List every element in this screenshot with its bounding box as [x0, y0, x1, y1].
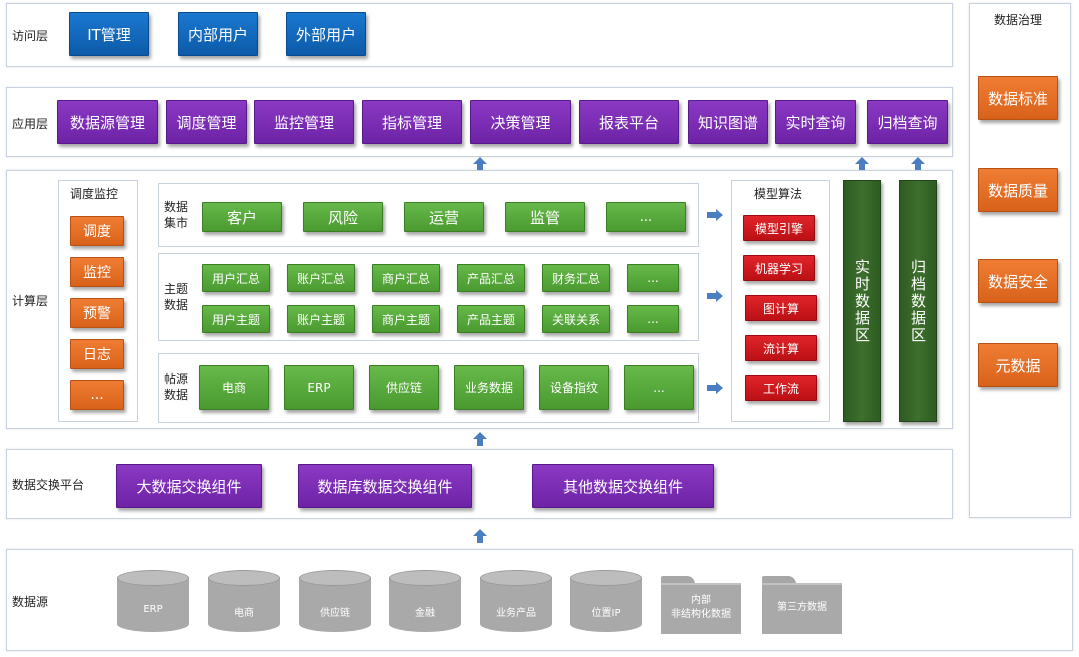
database-label: 金融 [415, 608, 435, 619]
folder-label: 第三方数据 [777, 602, 827, 613]
mart-operations[interactable]: 运营 [404, 202, 484, 232]
right-arrow-icon [707, 382, 723, 394]
up-arrow-icon [473, 529, 487, 543]
app-indicator-mgmt[interactable]: 指标管理 [362, 100, 462, 144]
gov-metadata[interactable]: 元数据 [978, 343, 1058, 387]
source-erp[interactable]: ERP [284, 365, 354, 410]
exchange-layer-label: 数据交换平台 [12, 478, 85, 492]
scheduling-monitor-title: 调度监控 [70, 187, 119, 201]
sched-item-monitor[interactable]: 监控 [70, 257, 124, 287]
subject-data-label: 主题 数据 [164, 282, 189, 312]
subject-user-topic[interactable]: 用户主题 [202, 305, 270, 333]
mart-more[interactable]: ... [606, 202, 686, 232]
access-it-admin[interactable]: IT管理 [69, 12, 149, 56]
app-monitoring-mgmt[interactable]: 监控管理 [254, 100, 354, 144]
subject-account-summary[interactable]: 账户汇总 [287, 264, 355, 292]
subject-topic-more[interactable]: ... [627, 305, 679, 333]
source-more[interactable]: ... [624, 365, 694, 410]
gov-data-standard[interactable]: 数据标准 [978, 76, 1058, 120]
model-algorithm-title: 模型算法 [754, 187, 803, 201]
access-layer-label: 访问层 [12, 29, 49, 43]
database-icon[interactable]: 业务产品 [480, 570, 552, 640]
model-graph-compute[interactable]: 图计算 [745, 295, 817, 321]
source-business-data[interactable]: 业务数据 [454, 365, 524, 410]
subject-merchant-summary[interactable]: 商户汇总 [372, 264, 440, 292]
subject-user-summary[interactable]: 用户汇总 [202, 264, 270, 292]
subject-finance-summary[interactable]: 财务汇总 [542, 264, 610, 292]
app-archive-query[interactable]: 归档查询 [867, 100, 948, 144]
sched-item-alert[interactable]: 预警 [70, 298, 124, 328]
subject-account-topic[interactable]: 账户主题 [287, 305, 355, 333]
model-engine[interactable]: 模型引擎 [743, 215, 815, 241]
up-arrow-icon [855, 157, 869, 171]
app-knowledge-graph[interactable]: 知识图谱 [688, 100, 768, 144]
app-datasource-mgmt[interactable]: 数据源管理 [57, 100, 158, 144]
database-label: 供应链 [320, 608, 350, 619]
model-stream-compute[interactable]: 流计算 [745, 335, 817, 361]
mart-customer[interactable]: 客户 [202, 202, 282, 232]
database-label: ERP [143, 604, 163, 615]
exchange-bigdata-component[interactable]: 大数据交换组件 [116, 464, 262, 508]
app-scheduling-mgmt[interactable]: 调度管理 [166, 100, 247, 144]
compute-layer-label: 计算层 [12, 294, 49, 308]
model-machine-learning[interactable]: 机器学习 [743, 255, 815, 281]
data-mart-label: 数据 集市 [164, 200, 189, 230]
source-layer-label: 数据源 [12, 595, 49, 609]
database-icon[interactable]: ERP [117, 570, 189, 640]
realtime-data-zone[interactable]: 实时数据区 [843, 180, 881, 422]
source-device-fingerprint[interactable]: 设备指纹 [539, 365, 609, 410]
app-decision-mgmt[interactable]: 决策管理 [470, 100, 571, 144]
database-label: 电商 [234, 608, 254, 619]
database-label: 位置IP [591, 608, 621, 619]
database-icon[interactable]: 供应链 [299, 570, 371, 640]
source-data-label: 帖源 数据 [164, 372, 189, 402]
up-arrow-icon [473, 157, 487, 171]
database-icon[interactable]: 位置IP [570, 570, 642, 640]
subject-merchant-topic[interactable]: 商户主题 [372, 305, 440, 333]
subject-relations[interactable]: 关联关系 [542, 305, 610, 333]
up-arrow-icon [473, 432, 487, 446]
governance-title: 数据治理 [994, 13, 1043, 27]
sched-item-log[interactable]: 日志 [70, 339, 124, 369]
source-ecommerce[interactable]: 电商 [199, 365, 269, 410]
access-external-users[interactable]: 外部用户 [286, 12, 366, 56]
right-arrow-icon [707, 209, 723, 221]
mart-risk[interactable]: 风险 [303, 202, 383, 232]
gov-data-quality[interactable]: 数据质量 [978, 168, 1058, 212]
sched-item-more[interactable]: ... [70, 380, 124, 410]
subject-summary-more[interactable]: ... [627, 264, 679, 292]
database-icon[interactable]: 金融 [389, 570, 461, 640]
source-supply-chain[interactable]: 供应链 [369, 365, 439, 410]
app-realtime-query[interactable]: 实时查询 [775, 100, 856, 144]
folder-label: 内部 非结构化数据 [671, 595, 731, 620]
up-arrow-icon [911, 157, 925, 171]
subject-product-topic[interactable]: 产品主题 [457, 305, 525, 333]
exchange-other-component[interactable]: 其他数据交换组件 [532, 464, 714, 508]
archive-data-zone[interactable]: 归档数据区 [899, 180, 937, 422]
access-internal-users[interactable]: 内部用户 [178, 12, 258, 56]
folder-icon[interactable]: 第三方数据 [762, 576, 842, 634]
app-report-platform[interactable]: 报表平台 [579, 100, 679, 144]
sched-item-schedule[interactable]: 调度 [70, 216, 124, 246]
gov-data-security[interactable]: 数据安全 [978, 259, 1058, 303]
model-workflow[interactable]: 工作流 [745, 375, 817, 401]
right-arrow-icon [707, 290, 723, 302]
mart-regulation[interactable]: 监管 [505, 202, 585, 232]
app-layer-label: 应用层 [12, 117, 49, 131]
database-label: 业务产品 [496, 608, 536, 619]
database-icon[interactable]: 电商 [208, 570, 280, 640]
subject-product-summary[interactable]: 产品汇总 [457, 264, 525, 292]
folder-icon[interactable]: 内部 非结构化数据 [661, 576, 741, 634]
exchange-database-component[interactable]: 数据库数据交换组件 [298, 464, 472, 508]
